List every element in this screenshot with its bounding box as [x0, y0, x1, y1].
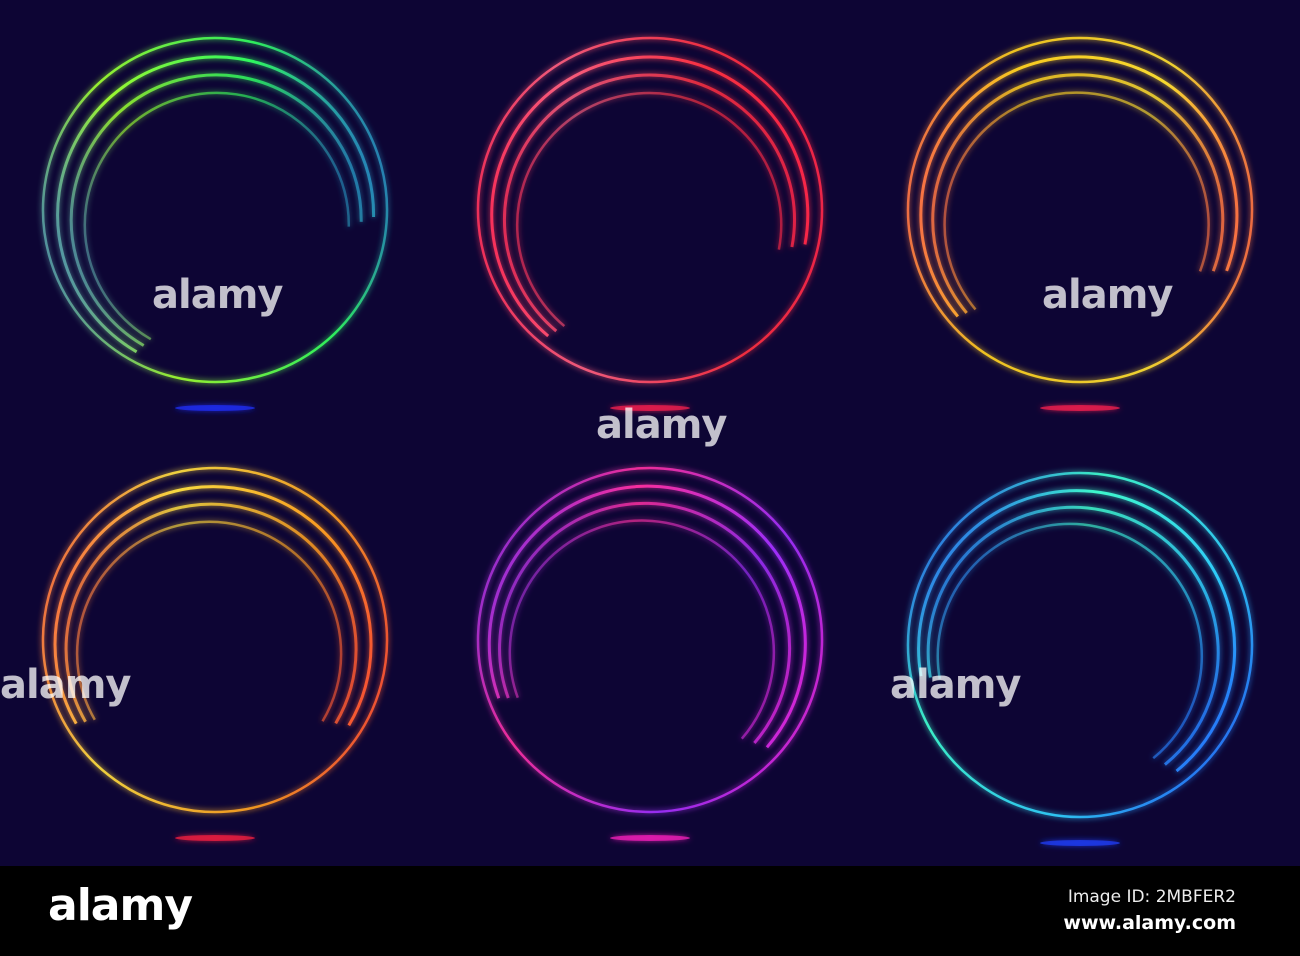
ring-stroke: [917, 489, 1237, 809]
watermark: alamy: [596, 402, 727, 448]
ring-stroke: [931, 73, 1225, 367]
ring-stroke: [56, 55, 376, 375]
ring-stroke: [83, 91, 351, 359]
watermark: alamy: [890, 662, 1021, 708]
stock-image: alamy alamy alamy alamy alamy alamy Imag…: [0, 0, 1300, 956]
ring-stroke: [69, 73, 363, 367]
ring-stroke: [926, 505, 1220, 799]
floor-glow: [610, 835, 690, 841]
ring-stroke: [41, 36, 389, 384]
blue-cyan-ring: [906, 471, 1254, 846]
alamy-logo: alamy: [48, 880, 193, 931]
ring-stroke: [64, 502, 358, 796]
ring-stroke: [502, 73, 796, 367]
floor-glow: [175, 835, 255, 841]
floor-glow: [175, 405, 255, 411]
ring-stroke: [476, 36, 824, 384]
ring-stroke: [906, 36, 1254, 384]
floor-glow: [1040, 840, 1120, 846]
magenta-purple-ring: [476, 466, 824, 841]
ring-stroke: [75, 520, 343, 788]
orange-red-ring: [41, 466, 389, 841]
watermark: alamy: [152, 272, 283, 318]
green-blue-ring: [41, 36, 389, 411]
neon-rings-artwork: alamy alamy alamy alamy alamy: [0, 0, 1300, 866]
red-pink-ring: [476, 36, 824, 411]
ring-stroke: [53, 485, 373, 805]
ring-stroke: [490, 55, 810, 375]
image-id: Image ID: 2MBFER2: [1067, 887, 1236, 907]
site-url: www.alamy.com: [1063, 912, 1236, 934]
watermark: alamy: [1042, 272, 1173, 318]
watermark: alamy: [0, 662, 131, 708]
footer-bar: alamy Image ID: 2MBFER2 www.alamy.com: [0, 866, 1300, 956]
yellow-red-ring: [906, 36, 1254, 411]
floor-glow: [1040, 405, 1120, 411]
ring-stroke: [919, 55, 1239, 375]
